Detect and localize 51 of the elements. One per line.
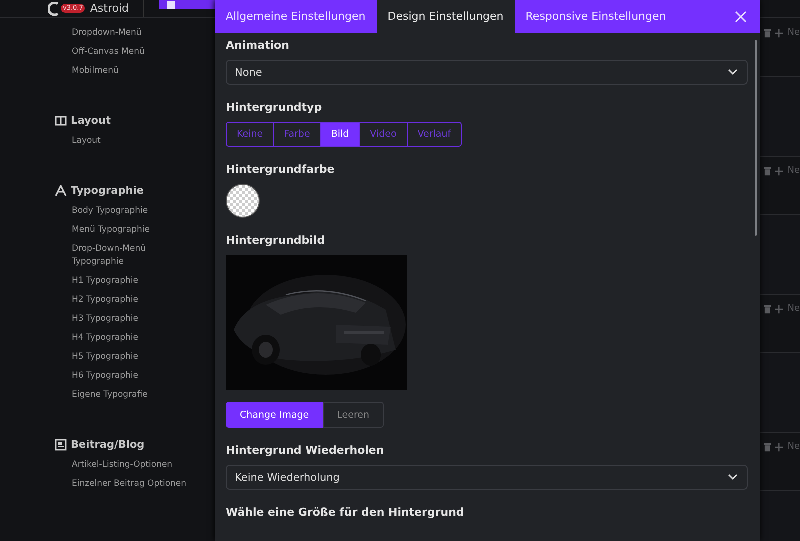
sidebar-item[interactable]: H5 Typographie [72, 348, 212, 367]
trash-icon [764, 442, 772, 452]
chevron-down-icon [728, 474, 738, 481]
sidebar-item[interactable]: Dropdown-Menü [72, 24, 212, 43]
sidebar-item[interactable]: Artikel-Listing-Optionen [72, 456, 212, 475]
field-label: Animation [226, 39, 290, 53]
chevron-down-icon [728, 69, 738, 76]
field-label: Hintergrundtyp [226, 101, 324, 115]
tab[interactable]: Responsive Einstellungen [514, 0, 678, 33]
trash-icon [764, 28, 772, 38]
sidebar-item[interactable]: H2 Typographie [72, 291, 212, 310]
trash-icon [764, 304, 772, 314]
sidebar-item[interactable]: Body Typographie [72, 202, 212, 221]
tab[interactable]: Allgemeine Einstellungen [215, 0, 377, 33]
sidebar-item[interactable]: H4 Typographie [72, 329, 212, 348]
change-image-button[interactable]: Change Image [226, 402, 324, 428]
sidebar-item[interactable]: H6 Typographie [72, 367, 212, 386]
sidebar-item[interactable]: Menü Typographie [72, 221, 212, 240]
section-heading: Layout [71, 115, 112, 127]
field-label: Hintergrund Wiederholen [226, 444, 386, 458]
field-label: Wähle eine Größe für den Hintergrund [226, 506, 466, 520]
sidebar-item[interactable]: Einzelner Beitrag Optionen [72, 475, 212, 494]
segment-button[interactable]: Bild [321, 123, 360, 146]
options-button[interactable] [159, 0, 215, 9]
sidebar-item[interactable]: Mobilmenü [72, 62, 212, 81]
newspaper-icon [55, 439, 67, 451]
sidebar-item[interactable]: H1 Typographie [72, 272, 212, 291]
color-swatch[interactable] [226, 184, 260, 218]
sidebar-item[interactable]: Eigene Typografie [72, 386, 212, 405]
clear-button[interactable]: Leeren [323, 402, 384, 428]
field-label: Hintergrundfarbe [226, 163, 336, 177]
sidebar-item[interactable]: Layout [72, 132, 212, 151]
field-label: Hintergrundbild [226, 234, 326, 248]
sidebar-item[interactable]: Drop-Down-Menü Typographie [72, 240, 157, 272]
letter-icon [55, 185, 67, 197]
sidebar-item[interactable]: Off-Canvas Menü [72, 43, 212, 62]
plus-icon [775, 28, 784, 38]
plus-icon [775, 304, 784, 314]
select-field[interactable]: None [226, 60, 748, 85]
tab[interactable]: Design Einstellungen [376, 0, 515, 33]
logo-text: Astroid [90, 2, 130, 15]
plus-icon [775, 442, 784, 452]
section-heading: Beitrag/Blog [71, 439, 145, 451]
scrollbar[interactable] [755, 40, 757, 236]
select-field[interactable]: Keine Wiederholung [226, 465, 748, 490]
columns-icon [55, 115, 67, 127]
trash-icon [764, 166, 772, 176]
plus-icon [775, 166, 784, 176]
logo-icon [48, 2, 59, 16]
section-heading: Typographie [71, 185, 144, 197]
sidebar-item[interactable]: H3 Typographie [72, 310, 212, 329]
